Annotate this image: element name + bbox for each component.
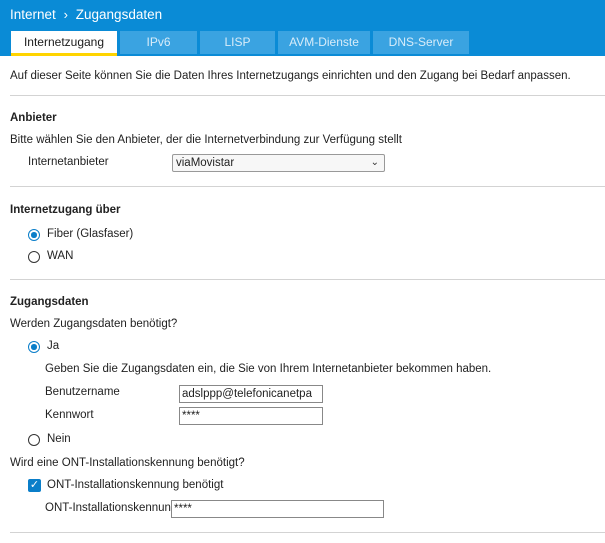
tab-avm-dienste[interactable]: AVM-Dienste: [278, 31, 370, 54]
section-heading-anbieter: Anbieter: [10, 112, 57, 124]
divider: [10, 532, 605, 533]
intro-text: Auf dieser Seite können Sie die Daten Ih…: [10, 70, 571, 82]
header-bar: Internet › Zugangsdaten Internetzugang I…: [0, 0, 605, 56]
breadcrumb-root[interactable]: Internet: [10, 7, 56, 22]
tab-dns-server[interactable]: DNS-Server: [373, 31, 469, 54]
username-label: Benutzername: [45, 386, 120, 398]
breadcrumb: Internet › Zugangsdaten: [10, 7, 162, 22]
radio-fiber[interactable]: [28, 229, 40, 241]
breadcrumb-current: Zugangsdaten: [75, 7, 163, 22]
tab-ipv6[interactable]: IPv6: [120, 31, 197, 54]
credentials-hint: Geben Sie die Zugangsdaten ein, die Sie …: [45, 363, 492, 375]
ont-input[interactable]: ****: [171, 500, 384, 518]
radio-nein[interactable]: [28, 434, 40, 446]
anbieter-description: Bitte wählen Sie den Anbieter, der die I…: [10, 134, 402, 146]
section-heading-internetzugang: Internetzugang über: [10, 204, 121, 216]
credentials-question: Werden Zugangsdaten benötigt?: [10, 318, 178, 330]
ont-checkbox-label[interactable]: ONT-Installationskennung benötigt: [47, 479, 223, 491]
tab-lisp[interactable]: LISP: [200, 31, 275, 54]
radio-nein-label[interactable]: Nein: [47, 433, 71, 445]
radio-fiber-label[interactable]: Fiber (Glasfaser): [47, 228, 133, 240]
ont-checkbox[interactable]: ✓: [28, 479, 41, 492]
radio-wan[interactable]: [28, 251, 40, 263]
chevron-down-icon: ⌄: [370, 157, 379, 168]
tab-bar: Internetzugang IPv6 LISP AVM-Dienste DNS…: [11, 31, 469, 56]
divider: [10, 95, 605, 96]
radio-wan-label[interactable]: WAN: [47, 250, 73, 262]
ont-field-label: ONT-Installationskennung: [45, 502, 178, 514]
checkmark-icon: ✓: [29, 479, 40, 491]
provider-select[interactable]: viaMovistar ⌄: [172, 154, 385, 172]
provider-label: Internetanbieter: [28, 156, 109, 168]
password-label: Kennwort: [45, 409, 94, 421]
divider: [10, 186, 605, 187]
section-heading-zugangsdaten: Zugangsdaten: [10, 296, 89, 308]
radio-ja[interactable]: [28, 341, 40, 353]
chevron-right-icon: ›: [63, 7, 68, 22]
username-input[interactable]: adslppp@telefonicanetpa: [179, 385, 323, 403]
radio-ja-label[interactable]: Ja: [47, 340, 59, 352]
divider: [10, 279, 605, 280]
password-input[interactable]: ****: [179, 407, 323, 425]
tab-internetzugang[interactable]: Internetzugang: [11, 31, 117, 56]
ont-question: Wird eine ONT-Installationskennung benöt…: [10, 457, 245, 469]
provider-select-value: viaMovistar: [176, 157, 235, 169]
